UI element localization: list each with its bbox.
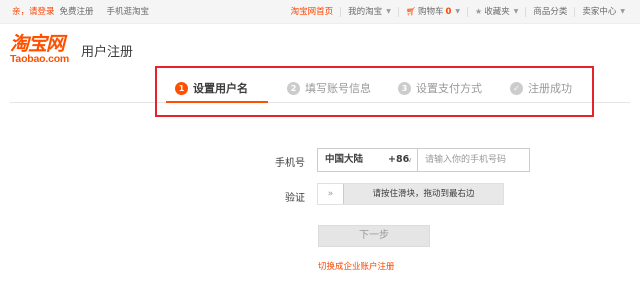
chevron-down-icon: ▼ xyxy=(455,8,461,15)
step-label: 填写账号信息 xyxy=(305,82,371,95)
business-account-link[interactable]: 切换成企业账户注册 xyxy=(318,260,395,272)
seller-center-label: 卖家中心 xyxy=(582,7,617,17)
country-select[interactable]: 中国大陆 +86 ∨ xyxy=(318,149,418,171)
step-label: 设置支付方式 xyxy=(416,82,482,95)
my-taobao-label: 我的淘宝 xyxy=(348,7,383,17)
taobao-home-link[interactable]: 淘宝网首页 xyxy=(284,0,341,24)
country-name: 中国大陆 xyxy=(325,154,364,165)
favorites-menu[interactable]: ★ 收藏夹 ▼ xyxy=(468,0,525,24)
step-number: 3 xyxy=(398,81,411,95)
mobile-taobao-link[interactable]: 手机逛淘宝 xyxy=(107,0,150,24)
slider-handle[interactable]: » xyxy=(318,184,344,204)
categories-link[interactable]: 商品分类 xyxy=(526,0,574,24)
verify-label: 验证 xyxy=(285,193,305,204)
cart-menu[interactable]: 🛒︎ 购物车 0 ▼ xyxy=(399,0,467,24)
step-number: 1 xyxy=(175,81,188,95)
phone-label: 手机号 xyxy=(275,158,305,169)
logo-en: Taobao.com xyxy=(10,53,70,65)
step-label: 设置用户名 xyxy=(193,82,248,95)
phone-field-group: 中国大陆 +86 ∨ xyxy=(317,148,530,172)
free-register-link[interactable]: 免费注册 xyxy=(60,0,94,24)
cart-icon: 🛒︎ xyxy=(405,7,416,16)
step-payment-method: 3 设置支付方式 xyxy=(398,80,482,96)
next-step-button[interactable]: 下一步 xyxy=(318,225,430,247)
star-icon: ★ xyxy=(475,7,483,16)
step-account-info: 2 填写账号信息 xyxy=(287,80,371,96)
taobao-logo[interactable]: 淘宝网 Taobao.com xyxy=(10,34,76,65)
slide-verify-track: » 请按住滑块，拖动到最右边 xyxy=(317,183,504,205)
cart-label: 购物车 xyxy=(417,7,444,17)
step-number: 2 xyxy=(287,81,300,95)
step-set-username: 1 设置用户名 xyxy=(175,80,248,96)
logo-cn: 淘宝网 xyxy=(10,33,65,55)
step-register-success: ✓ 注册成功 xyxy=(510,80,572,96)
page-title: 用户注册 xyxy=(81,45,134,60)
seller-center-menu[interactable]: 卖家中心 ▼ xyxy=(575,0,632,24)
double-chevron-right-icon: » xyxy=(327,189,334,199)
site-nav-bar: 亲，请登录 免费注册 手机逛淘宝 淘宝网首页 我的淘宝 ▼ 🛒︎ 购物车 0 ▼… xyxy=(0,0,640,24)
site-nav-right: 淘宝网首页 我的淘宝 ▼ 🛒︎ 购物车 0 ▼ ★ 收藏夹 ▼ 商品分类 卖家中… xyxy=(284,0,632,24)
my-taobao-menu[interactable]: 我的淘宝 ▼ xyxy=(341,0,398,24)
favorites-label: 收藏夹 xyxy=(484,7,510,17)
phone-input[interactable] xyxy=(419,149,529,171)
chevron-down-icon: ▼ xyxy=(513,8,519,15)
country-code: +86 xyxy=(388,154,410,165)
cart-count: 0 xyxy=(445,7,452,17)
check-icon: ✓ xyxy=(510,81,523,95)
chevron-down-icon: ▼ xyxy=(620,8,625,15)
chevron-down-icon: ∨ xyxy=(407,156,413,164)
slider-hint: 请按住滑块，拖动到最右边 xyxy=(372,189,475,199)
login-link[interactable]: 亲，请登录 xyxy=(12,0,55,24)
chevron-down-icon: ▼ xyxy=(386,8,391,15)
step-label: 注册成功 xyxy=(528,82,572,95)
site-nav-left: 亲，请登录 免费注册 手机逛淘宝 xyxy=(12,0,149,24)
